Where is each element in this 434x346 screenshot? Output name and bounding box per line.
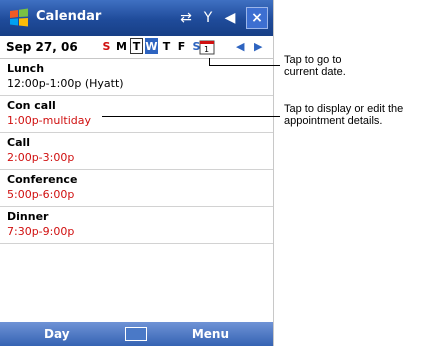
- previous-week-icon[interactable]: ◀: [236, 40, 244, 53]
- svg-text:1: 1: [204, 45, 209, 54]
- list-item[interactable]: Call 2:00p-3:00p: [0, 133, 273, 170]
- connectivity-icon[interactable]: ⇄: [176, 8, 196, 28]
- start-menu-icon[interactable]: [8, 7, 30, 29]
- list-item[interactable]: Dinner 7:30p-9:00p: [0, 207, 273, 244]
- current-date[interactable]: Sep 27, 06: [6, 40, 78, 54]
- day-thursday[interactable]: T: [160, 38, 173, 54]
- callout-line: [209, 58, 210, 65]
- close-button[interactable]: ×: [246, 7, 268, 29]
- callout-appointment-details: Tap to display or edit the appointment d…: [284, 103, 404, 127]
- volume-icon[interactable]: ◀: [220, 8, 240, 28]
- day-monday[interactable]: M: [115, 38, 128, 54]
- day-softkey[interactable]: Day: [44, 327, 70, 341]
- callout-line: [209, 65, 280, 66]
- day-tuesday[interactable]: T: [130, 38, 143, 54]
- day-wednesday[interactable]: W: [145, 38, 158, 54]
- signal-icon[interactable]: Y: [198, 8, 218, 28]
- title-bar: Calendar ⇄ Y ◀ ×: [0, 0, 273, 36]
- pocketpc-screen: Calendar ⇄ Y ◀ × Sep 27, 06 S M T W T F …: [0, 0, 274, 346]
- app-title: Calendar: [36, 9, 102, 24]
- menu-softkey[interactable]: Menu: [192, 327, 229, 341]
- list-item[interactable]: Conference 5:00p-6:00p: [0, 170, 273, 207]
- day-sunday[interactable]: S: [100, 38, 113, 54]
- list-item[interactable]: Con call 1:00p-multiday: [0, 96, 273, 133]
- week-strip: S M T W T F S: [100, 38, 203, 54]
- go-to-today-icon[interactable]: 1: [199, 39, 215, 55]
- callout-line: [102, 116, 280, 117]
- appointment-list: Lunch 12:00p-1:00p (Hyatt) Con call 1:00…: [0, 59, 273, 244]
- date-bar: Sep 27, 06 S M T W T F S 1 ◀ ▶: [0, 36, 273, 59]
- day-friday[interactable]: F: [175, 38, 188, 54]
- next-week-icon[interactable]: ▶: [254, 40, 262, 53]
- keyboard-icon[interactable]: [125, 327, 147, 341]
- callout-go-to-date: Tap to go to current date.: [284, 54, 346, 78]
- softkey-bar: Day Menu: [0, 322, 273, 346]
